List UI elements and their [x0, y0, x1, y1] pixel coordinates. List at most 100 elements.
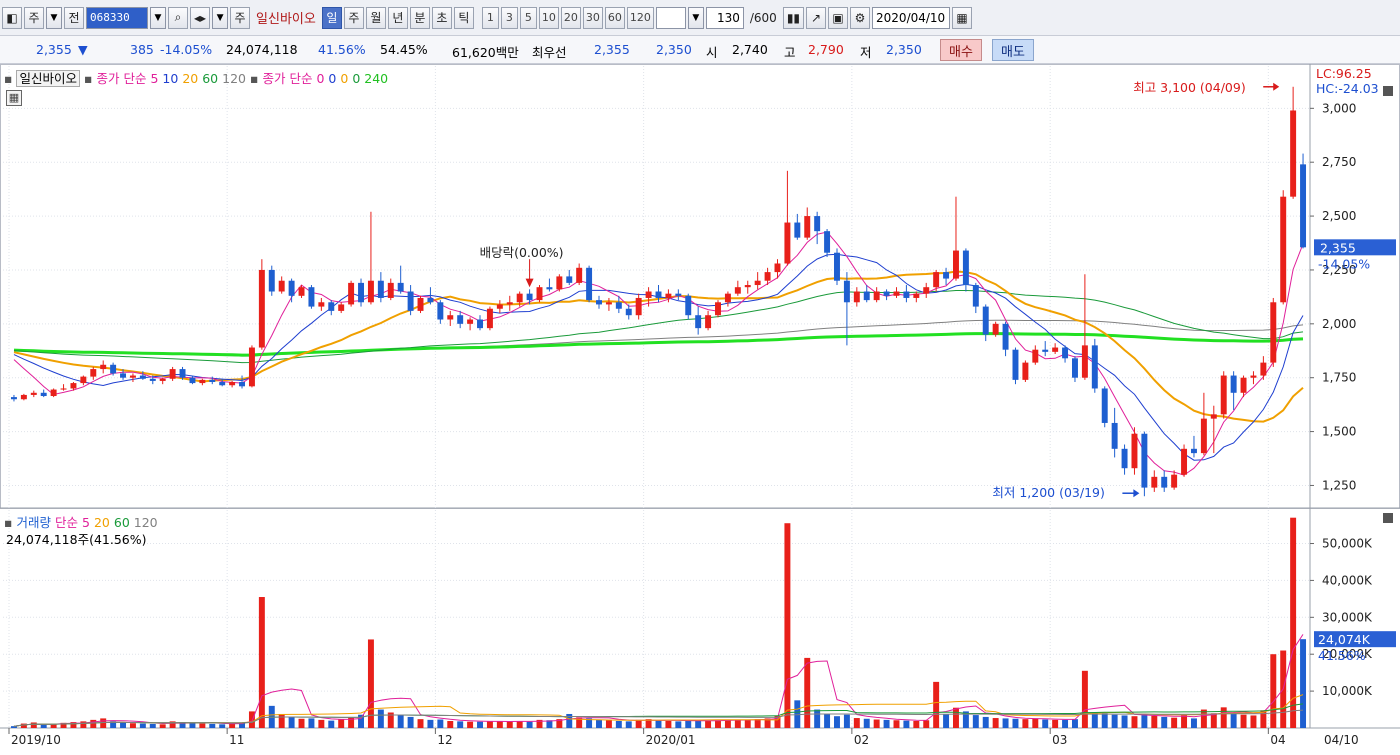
buy-button[interactable]: 매수	[940, 39, 982, 61]
candle-body	[258, 269, 265, 348]
high-price: 2,790	[808, 42, 844, 57]
candle-body	[189, 377, 196, 384]
volume-bar	[1042, 719, 1049, 728]
candle-body	[179, 369, 186, 378]
volume-bar	[1240, 714, 1247, 728]
minute-3-button[interactable]: 3	[500, 6, 518, 29]
candle-body	[1250, 375, 1257, 378]
volume-bar	[1210, 713, 1217, 728]
gear-icon[interactable]: ⚙	[850, 6, 871, 29]
candle-body	[239, 382, 246, 387]
volume-bar	[1121, 715, 1128, 728]
volume-bar	[1002, 718, 1009, 728]
candle-body	[605, 302, 612, 305]
save-icon[interactable]: ▣	[828, 6, 849, 29]
volume-bar	[982, 716, 989, 728]
period-tab-month[interactable]: 월	[365, 6, 386, 29]
minute-10-button[interactable]: 10	[538, 6, 559, 29]
market-type-select[interactable]: 주	[24, 6, 44, 29]
volume-bar	[1141, 715, 1148, 728]
period-tab-year[interactable]: 년	[387, 6, 408, 29]
candle-body	[397, 282, 404, 292]
custom-period-input[interactable]	[655, 6, 686, 29]
volume-bar	[883, 719, 890, 728]
volume-bar	[338, 719, 345, 728]
trend-line-icon[interactable]: ↗	[806, 6, 827, 29]
candle-type-icon[interactable]: ▮▮	[782, 6, 805, 29]
volume-bar	[923, 720, 930, 728]
minute-20-button[interactable]: 20	[560, 6, 581, 29]
date-input[interactable]: 2020/04/10	[872, 6, 951, 29]
minute-1-button[interactable]: 1	[481, 6, 499, 29]
legend-stock-name[interactable]: 일신바이오	[16, 70, 80, 87]
candle-body	[645, 291, 652, 298]
stock-code-input[interactable]: 068330	[86, 6, 148, 29]
chevron-down-icon[interactable]: ▼	[46, 6, 62, 29]
chart-canvas[interactable]: 3,0002,7502,5002,2502,0001,7501,5001,250…	[0, 64, 1400, 755]
legend-vol-ma60: 60	[113, 515, 130, 530]
volume-bar	[1200, 709, 1207, 728]
volume-bar	[972, 715, 979, 728]
legend-ma2-p4: 0	[352, 71, 361, 86]
volume-bar	[665, 720, 672, 728]
volume-bar	[288, 716, 295, 728]
stock-chart[interactable]: 3,000 2,750 2,500 2,250 2,000 1,750 1,500 1,250…	[0, 64, 1400, 755]
volume-bar	[149, 723, 156, 728]
minute-5-button[interactable]: 5	[519, 6, 537, 29]
minute-60-button[interactable]: 60	[604, 6, 625, 29]
candle-body	[40, 392, 47, 397]
candle-body	[407, 291, 414, 311]
lc-label: LC:96.25	[1316, 66, 1372, 81]
volume-bar	[1081, 670, 1088, 728]
candle-body	[665, 293, 672, 298]
candle-body	[367, 280, 374, 303]
menu-icon[interactable]: ◧	[2, 6, 22, 29]
candle-body	[734, 287, 741, 294]
volume-bar	[328, 720, 335, 728]
candle-body	[923, 287, 930, 294]
volume-bar	[229, 723, 236, 728]
nav-dropdown-icon[interactable]: ▼	[212, 6, 229, 29]
volume-bar	[486, 720, 493, 728]
candle-body	[962, 250, 969, 286]
market-type-2-select[interactable]: 전	[64, 6, 84, 29]
volume-bar	[516, 721, 523, 728]
custom-period-dropdown-icon[interactable]: ▼	[687, 6, 704, 29]
search-icon[interactable]: ⌕	[168, 6, 188, 29]
candle-body	[50, 389, 57, 397]
volume-bar	[30, 722, 37, 728]
table-grid-icon[interactable]: ▦	[6, 90, 22, 106]
candle-body	[893, 291, 900, 296]
sell-button[interactable]: 매도	[992, 39, 1034, 61]
legend-ma240: 240	[364, 71, 389, 86]
calendar-icon[interactable]: ▦	[952, 6, 973, 29]
candle-body	[1270, 302, 1277, 363]
minute-30-button[interactable]: 30	[582, 6, 603, 29]
count-input[interactable]: 130	[705, 6, 744, 29]
volume-bar	[318, 719, 325, 728]
code-dropdown-icon[interactable]: ▼	[150, 6, 166, 29]
candle-body	[90, 369, 97, 377]
period-tab-minute[interactable]: 분	[409, 6, 430, 29]
high-annotation: 최고 3,100 (04/09)	[1133, 80, 1246, 95]
candle-body	[853, 291, 860, 303]
period-tab-week[interactable]: 주	[343, 6, 364, 29]
prev-next-icon[interactable]: ◂▸	[190, 6, 211, 29]
volume-bar	[1052, 719, 1059, 728]
minute-120-button[interactable]: 120	[626, 6, 654, 29]
period-tab-tick[interactable]: 틱	[453, 6, 474, 29]
candle-body	[496, 304, 503, 309]
volume-bar	[189, 723, 196, 728]
volume-bar	[893, 720, 900, 728]
volume-bar	[397, 715, 404, 728]
volume-bar	[715, 720, 721, 728]
price-panel-frame	[0, 64, 1400, 509]
period-tab-second[interactable]: 초	[431, 6, 452, 29]
candle-body	[338, 304, 345, 311]
volume-bar	[605, 720, 612, 728]
candle-body	[744, 285, 751, 288]
period-tab-day[interactable]: 일	[321, 6, 342, 29]
candle-body	[675, 293, 682, 296]
candle-body	[1101, 388, 1108, 423]
legend-volume-name: 거래량	[16, 515, 51, 530]
